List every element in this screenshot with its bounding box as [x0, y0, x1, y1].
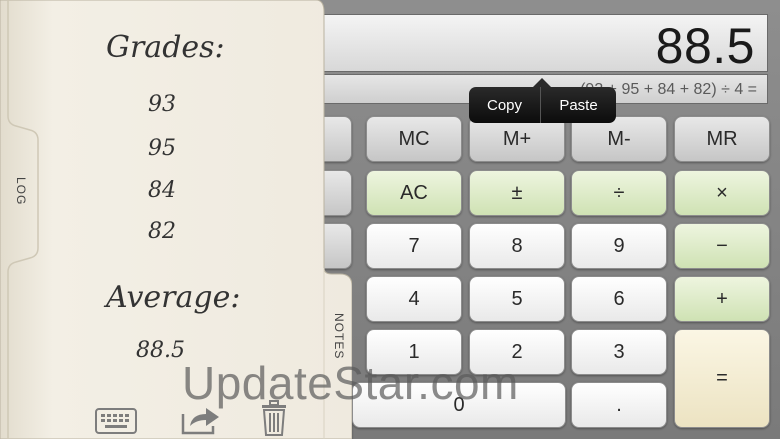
subtract-button[interactable]: −: [674, 223, 770, 269]
digit-8-button[interactable]: 8: [469, 223, 565, 269]
all-clear-button[interactable]: AC: [366, 170, 462, 216]
copy-paste-menu: Copy Paste: [469, 78, 616, 123]
notes-heading: Grades:: [106, 30, 225, 65]
mr-button[interactable]: MR: [674, 116, 770, 162]
decimal-button[interactable]: .: [571, 382, 667, 428]
add-button[interactable]: +: [674, 276, 770, 322]
grade-value: 95: [148, 136, 176, 161]
multiply-button[interactable]: ×: [674, 170, 770, 216]
digit-3-button[interactable]: 3: [571, 329, 667, 375]
digit-6-button[interactable]: 6: [571, 276, 667, 322]
mc-button[interactable]: MC: [366, 116, 462, 162]
watermark: UpdateStar.com: [182, 357, 519, 409]
display-value[interactable]: 88.5: [656, 17, 755, 75]
log-tab[interactable]: LOG: [14, 177, 28, 205]
paste-button[interactable]: Paste: [541, 87, 616, 123]
average-value: 88.5: [136, 338, 185, 363]
grade-value: 84: [148, 178, 176, 203]
divide-button[interactable]: ÷: [571, 170, 667, 216]
copy-button[interactable]: Copy: [469, 87, 541, 123]
grade-value: 93: [148, 92, 176, 117]
notes-tab[interactable]: NOTES: [332, 313, 346, 359]
digit-7-button[interactable]: 7: [366, 223, 462, 269]
digit-4-button[interactable]: 4: [366, 276, 462, 322]
digit-5-button[interactable]: 5: [469, 276, 565, 322]
average-label: Average:: [106, 280, 241, 315]
grade-value: 82: [148, 219, 176, 244]
sign-toggle-button[interactable]: ±: [469, 170, 565, 216]
digit-9-button[interactable]: 9: [571, 223, 667, 269]
calculator-display: 88.5: [300, 14, 768, 75]
equals-button[interactable]: =: [674, 329, 770, 428]
keyboard-icon[interactable]: [95, 408, 137, 434]
